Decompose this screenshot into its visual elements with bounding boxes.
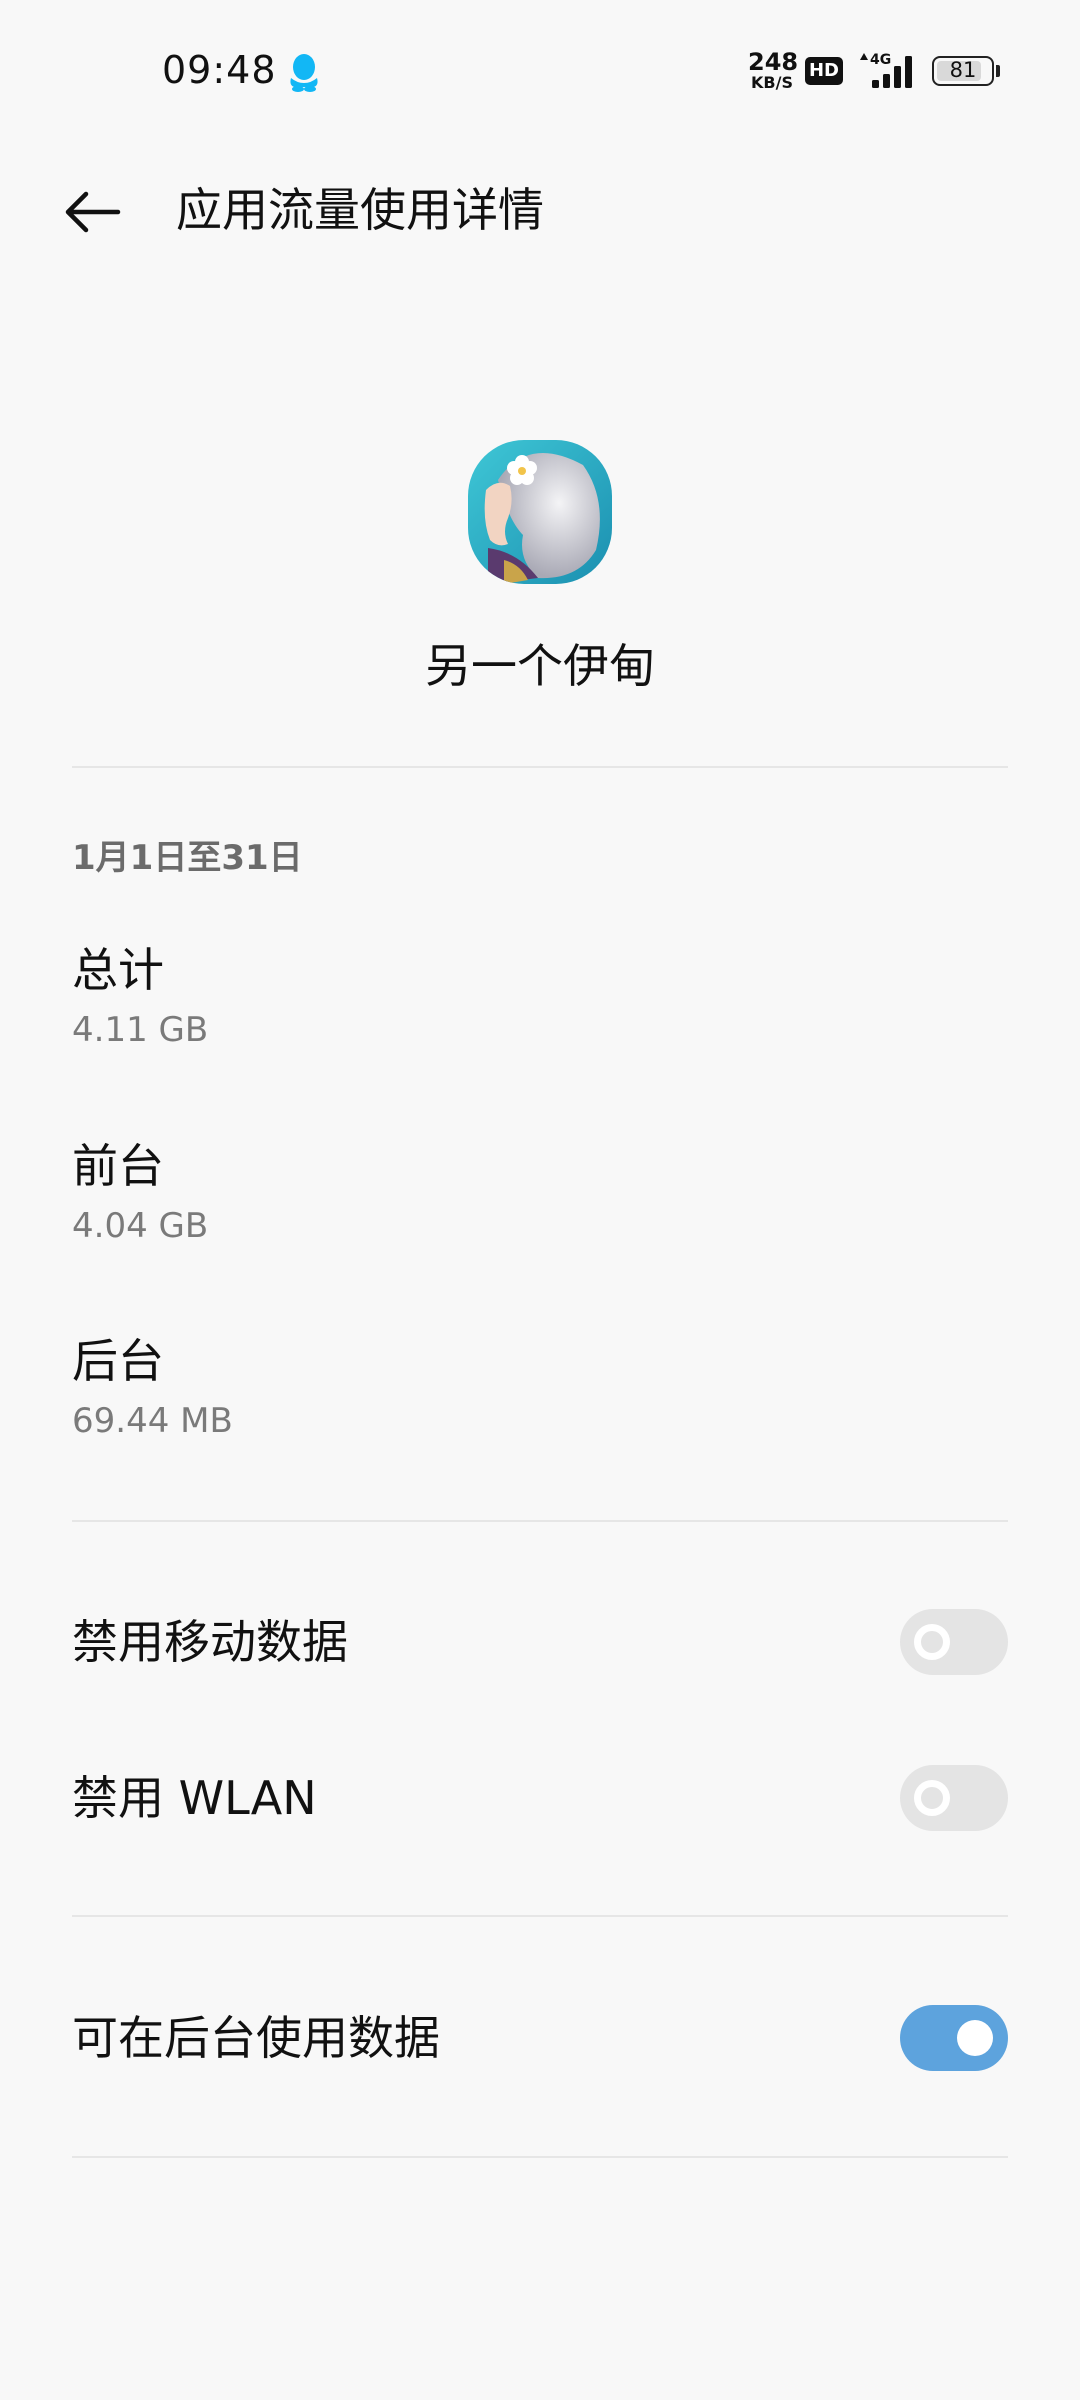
divider <box>72 766 1008 768</box>
background-data-toggle[interactable] <box>900 2005 1008 2071</box>
network-type-label: 4G <box>870 52 891 68</box>
toggle-knob <box>957 2020 993 2056</box>
usage-background-value: 69.44 MB <box>72 1401 233 1441</box>
usage-foreground-label: 前台 <box>72 1139 164 1193</box>
battery-icon: 81 <box>932 56 994 86</box>
network-speed-unit: KB/S <box>751 73 793 92</box>
app-name: 另一个伊甸 <box>425 639 655 693</box>
arrow-left-icon <box>65 191 121 233</box>
cellular-signal-icon: 4G <box>856 50 920 90</box>
app-icon <box>468 440 612 584</box>
setting-label: 禁用 WLAN <box>72 1771 317 1825</box>
page-title: 应用流量使用详情 <box>176 183 544 237</box>
usage-period: 1月1日至31日 <box>72 838 303 878</box>
setting-label: 可在后台使用数据 <box>72 2011 440 2065</box>
network-speed: 248 KB/S <box>748 48 799 92</box>
status-bar: 09:48 248 KB/S HD 4G 81 <box>0 0 1080 140</box>
toggle-knob <box>914 1624 950 1660</box>
setting-disable-wlan[interactable]: 禁用 WLAN <box>0 1738 1080 1858</box>
usage-total-label: 总计 <box>72 943 164 997</box>
usage-total-value: 4.11 GB <box>72 1010 209 1050</box>
battery-level: 81 <box>949 58 977 82</box>
setting-label: 禁用移动数据 <box>72 1615 348 1669</box>
divider <box>72 1915 1008 1917</box>
battery-tip <box>996 65 1000 77</box>
disable-wlan-toggle[interactable] <box>900 1765 1008 1831</box>
divider <box>72 2156 1008 2158</box>
setting-background-data[interactable]: 可在后台使用数据 <box>0 1978 1080 2098</box>
usage-foreground-value: 4.04 GB <box>72 1206 209 1246</box>
qq-notification-icon <box>286 52 322 92</box>
back-button[interactable] <box>52 180 132 244</box>
divider <box>72 1520 1008 1522</box>
disable-mobile-data-toggle[interactable] <box>900 1609 1008 1675</box>
hd-voice-badge: HD <box>805 57 843 85</box>
network-speed-value: 248 <box>748 48 799 76</box>
usage-background-label: 后台 <box>72 1334 164 1388</box>
setting-disable-mobile-data[interactable]: 禁用移动数据 <box>0 1582 1080 1702</box>
status-time: 09:48 <box>162 48 277 92</box>
toggle-knob <box>914 1780 950 1816</box>
